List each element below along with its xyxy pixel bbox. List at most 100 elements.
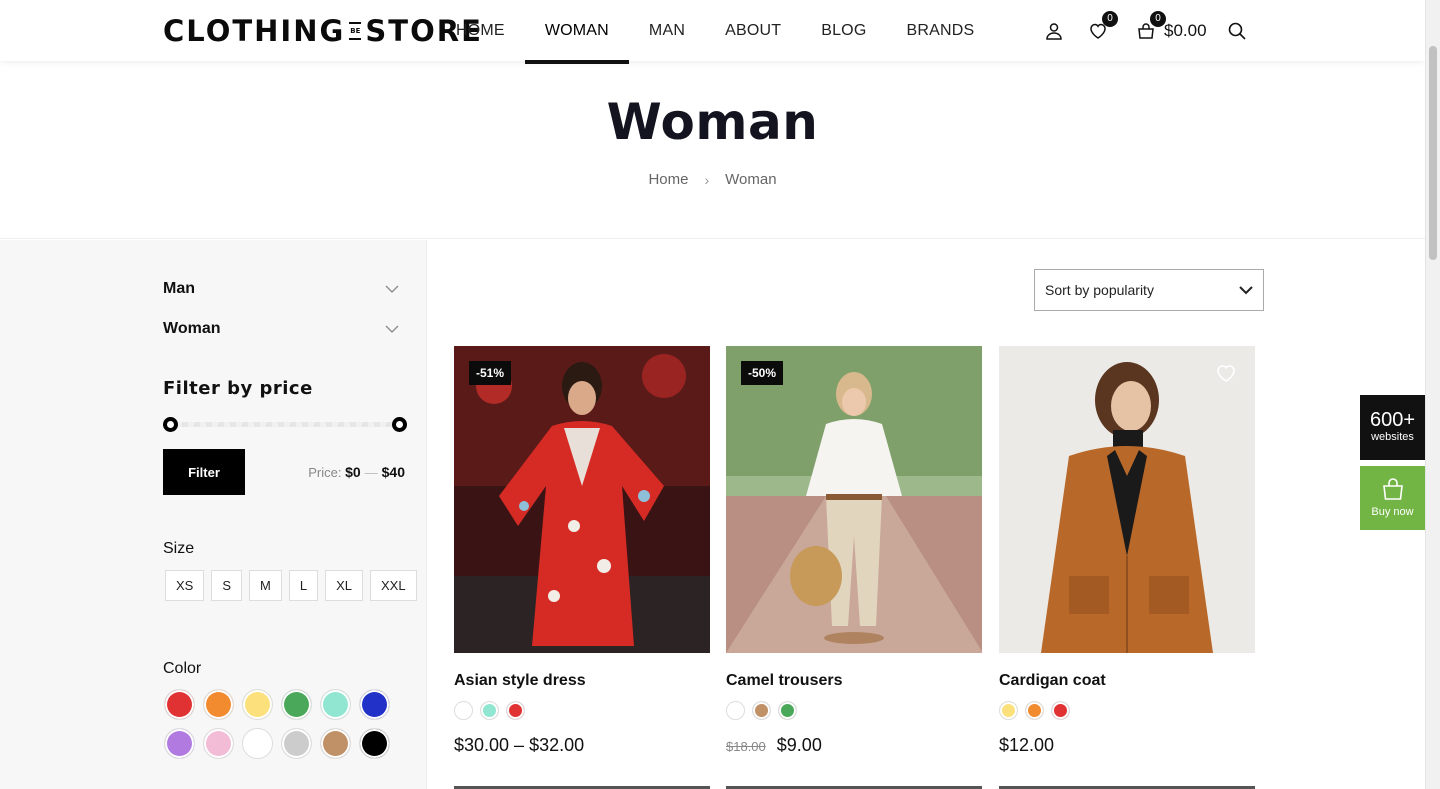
nav-home[interactable]: HOME <box>456 0 505 61</box>
product-swatch[interactable] <box>778 701 797 720</box>
price-slider-min-handle[interactable] <box>163 417 178 432</box>
cart-total[interactable]: $0.00 <box>1164 21 1207 41</box>
product-name[interactable]: Asian style dress <box>454 672 710 690</box>
sale-badge: -50% <box>741 361 784 385</box>
category-label: Man <box>163 280 195 297</box>
color-swatch[interactable] <box>320 728 351 759</box>
nav-about[interactable]: ABOUT <box>725 0 781 61</box>
product-swatch[interactable] <box>1025 701 1044 720</box>
product-image[interactable]: -50% <box>726 346 982 653</box>
wishlist-count-badge: 0 <box>1102 10 1118 27</box>
account-icon[interactable] <box>1044 21 1064 41</box>
nav-woman[interactable]: WOMAN <box>524 0 630 64</box>
color-swatch[interactable] <box>164 689 195 720</box>
chevron-down-icon[interactable] <box>385 282 399 296</box>
page-scrollbar[interactable] <box>1425 0 1440 789</box>
price-slider-track[interactable] <box>170 422 399 427</box>
product-price: $30.00 – $32.00 <box>454 735 710 756</box>
product-swatch[interactable] <box>999 701 1018 720</box>
sort-select[interactable]: Sort by popularity <box>1034 269 1264 311</box>
nav-brands[interactable]: BRANDS <box>906 0 974 61</box>
websites-float-button[interactable]: 600+ websites <box>1360 395 1425 460</box>
product-photo-cardigan-coat <box>999 346 1255 653</box>
logo-text-left: CLOTHING <box>163 14 346 48</box>
breadcrumb-current: Woman <box>725 171 777 188</box>
websites-count: 600+ <box>1369 409 1416 431</box>
color-swatch[interactable] <box>281 689 312 720</box>
page-title: Woman <box>606 93 819 151</box>
product-price: $18.00 $9.00 <box>726 735 982 756</box>
size-title: Size <box>163 540 195 557</box>
price-slider-max-handle[interactable] <box>392 417 407 432</box>
color-swatch[interactable] <box>359 728 390 759</box>
wishlist-icon[interactable]: 0 <box>1088 10 1118 41</box>
product-swatches <box>726 701 982 720</box>
color-title: Color <box>163 660 202 677</box>
size-option-m[interactable]: M <box>249 570 282 601</box>
chevron-right-icon: › <box>704 171 710 188</box>
size-option-xl[interactable]: XL <box>325 570 363 601</box>
product-name[interactable]: Cardigan coat <box>999 672 1255 690</box>
sidebar: Man Woman Filter by price Filter Price: … <box>0 240 427 789</box>
color-swatch[interactable] <box>164 728 195 759</box>
product-swatch[interactable] <box>506 701 525 720</box>
product-swatch[interactable] <box>752 701 771 720</box>
price-current: $30.00 – $32.00 <box>454 735 585 755</box>
filter-button[interactable]: Filter <box>163 449 245 495</box>
color-swatch[interactable] <box>203 689 234 720</box>
buy-now-float-button[interactable]: Buy now <box>1360 466 1425 530</box>
websites-label: websites <box>1371 431 1414 443</box>
size-option-l[interactable]: L <box>288 570 319 601</box>
page: CLOTHING BE STORE HOME WOMAN MAN ABOUT B… <box>0 0 1425 789</box>
product-image[interactable] <box>999 346 1255 653</box>
price-max: $40 <box>381 464 405 480</box>
page-hero: Woman Home › Woman <box>0 61 1425 239</box>
size-options: XS S M L XL XXL <box>165 570 424 601</box>
size-option-s[interactable]: S <box>211 570 243 601</box>
site-logo[interactable]: CLOTHING BE STORE <box>163 14 483 48</box>
sort-selected-value: Sort by popularity <box>1045 282 1154 298</box>
heart-icon[interactable] <box>1215 362 1237 384</box>
chevron-down-icon[interactable] <box>385 322 399 336</box>
product-swatches <box>454 701 710 720</box>
product-card[interactable]: -50% Camel trousers $18.00 $9.00 <box>726 346 982 756</box>
nav-man[interactable]: MAN <box>649 0 685 61</box>
nav-blog[interactable]: BLOG <box>821 0 866 61</box>
price-old: $18.00 <box>726 739 766 754</box>
product-swatch[interactable] <box>726 701 745 720</box>
category-woman[interactable]: Woman <box>163 320 399 338</box>
filter-price-title: Filter by price <box>163 378 313 399</box>
shopping-bag-icon <box>1382 478 1403 500</box>
product-swatch[interactable] <box>454 701 473 720</box>
product-card[interactable]: Cardigan coat $12.00 <box>999 346 1255 756</box>
price-current: $9.00 <box>776 735 822 755</box>
breadcrumb-home[interactable]: Home <box>648 171 688 188</box>
color-options <box>164 689 404 759</box>
category-label: Woman <box>163 320 221 337</box>
color-swatch[interactable] <box>203 728 234 759</box>
color-swatch[interactable] <box>242 689 273 720</box>
category-man[interactable]: Man <box>163 280 399 298</box>
main-nav: HOME WOMAN MAN ABOUT BLOG BRANDS <box>456 0 1014 64</box>
product-swatch[interactable] <box>480 701 499 720</box>
product-image[interactable]: -51% <box>454 346 710 653</box>
product-card[interactable]: -51% Asian style dress $30.00 – $32.00 <box>454 346 710 756</box>
color-swatch[interactable] <box>242 728 273 759</box>
product-photo-asian-dress <box>454 346 710 653</box>
cart-count-badge: 0 <box>1150 10 1166 27</box>
product-name[interactable]: Camel trousers <box>726 672 982 690</box>
size-option-xxl[interactable]: XXL <box>370 570 417 601</box>
price-prefix: Price: <box>308 465 342 480</box>
product-swatch[interactable] <box>1051 701 1070 720</box>
scrollbar-thumb[interactable] <box>1429 46 1437 260</box>
chevron-down-icon <box>1239 286 1253 295</box>
search-icon[interactable] <box>1227 21 1247 41</box>
color-swatch[interactable] <box>320 689 351 720</box>
size-option-xs[interactable]: XS <box>165 570 205 601</box>
cart-icon[interactable]: 0 <box>1136 10 1166 41</box>
color-swatch[interactable] <box>281 728 312 759</box>
product-photo-camel-trousers <box>726 346 982 653</box>
buy-now-label: Buy now <box>1371 506 1414 518</box>
color-swatch[interactable] <box>359 689 390 720</box>
sale-badge: -51% <box>469 361 512 385</box>
